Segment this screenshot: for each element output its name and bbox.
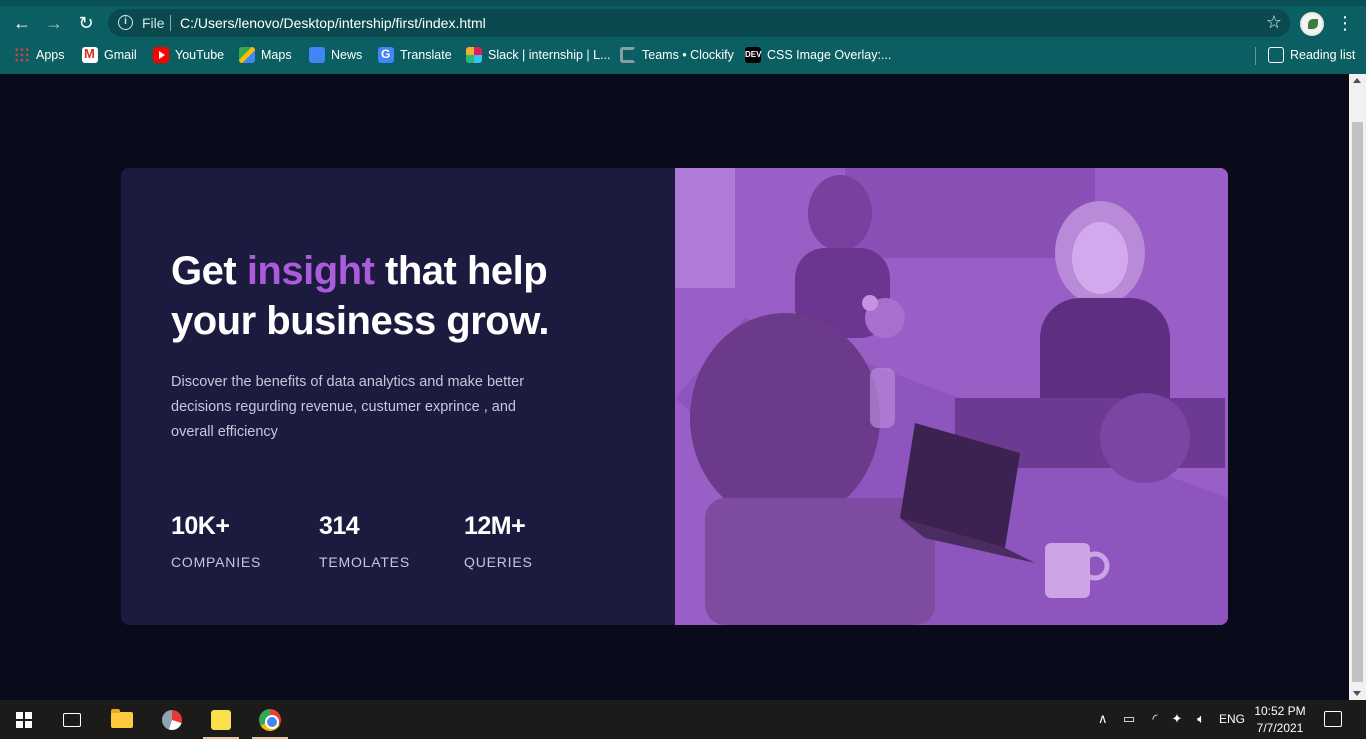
battery-icon[interactable]: ▭: [1120, 711, 1138, 727]
bookmarks-bar: Apps Gmail YouTube Maps News Translate S…: [0, 44, 1366, 66]
stats-preview-card: Get insight that help your business grow…: [121, 168, 1228, 625]
bookmark-label: Slack | internship | L...: [488, 48, 611, 62]
bookmark-label: CSS Image Overlay:...: [767, 48, 892, 62]
volume-icon[interactable]: 🔈︎: [1192, 711, 1210, 727]
scroll-up-icon[interactable]: [1353, 78, 1361, 83]
stat-label: QUERIES: [464, 554, 533, 570]
bookmark-label: Gmail: [104, 48, 137, 62]
url-text[interactable]: C:/Users/lenovo/Desktop/intership/first/…: [180, 15, 486, 31]
notification-center-icon[interactable]: [1324, 711, 1342, 727]
bookmark-translate[interactable]: Translate: [378, 44, 452, 66]
bookmark-gmail[interactable]: Gmail: [82, 44, 137, 66]
windows-taskbar: ∧ ▭ ◜ ✦ 🔈︎ ENG 10:52 PM 7/7/2021: [0, 700, 1366, 739]
bookmark-label: Translate: [400, 48, 452, 62]
system-clock[interactable]: 10:52 PM 7/7/2021: [1254, 703, 1306, 737]
task-view-icon: [63, 712, 81, 727]
bookmark-apps[interactable]: Apps: [14, 44, 65, 66]
stat-templates: 314 TEMOLATES: [319, 512, 410, 570]
stat-label: TEMOLATES: [319, 554, 410, 570]
snipping-tool-button[interactable]: [152, 700, 192, 739]
snipping-tool-icon: [162, 709, 182, 730]
menu-kebab-icon[interactable]: ⋮: [1336, 12, 1354, 34]
sticky-notes-icon: [211, 709, 231, 730]
bookmark-label: Apps: [36, 48, 65, 62]
translate-icon: [378, 47, 394, 63]
apps-grid-icon: [14, 47, 30, 63]
reload-button[interactable]: ↻: [74, 12, 98, 34]
chrome-taskbar-button[interactable]: [250, 700, 290, 739]
bookmark-news[interactable]: News: [309, 44, 362, 66]
chrome-icon: [259, 708, 281, 731]
language-indicator[interactable]: ENG: [1219, 711, 1245, 727]
bookmarks-divider: [1255, 47, 1256, 65]
stat-label: COMPANIES: [171, 554, 262, 570]
slack-icon: [466, 47, 482, 63]
file-explorer-button[interactable]: [102, 700, 142, 739]
reading-list-icon: [1268, 47, 1284, 63]
bookmark-label: Teams • Clockify: [642, 48, 734, 62]
bookmark-label: Maps: [261, 48, 292, 62]
hero-description: Discover the benefits of data analytics …: [171, 374, 525, 440]
wifi-icon[interactable]: ◜: [1146, 711, 1164, 727]
youtube-icon: [153, 47, 169, 63]
scroll-down-icon[interactable]: [1353, 691, 1361, 696]
dev-icon: DEV: [745, 47, 761, 63]
profile-avatar[interactable]: [1300, 12, 1324, 36]
maps-icon: [239, 47, 255, 63]
sticky-notes-button[interactable]: [201, 700, 241, 739]
bookmark-css-overlay[interactable]: DEV CSS Image Overlay:...: [745, 44, 891, 66]
reading-list-button[interactable]: Reading list: [1268, 44, 1355, 66]
bookmark-youtube[interactable]: YouTube: [153, 44, 224, 66]
bookmark-maps[interactable]: Maps: [239, 44, 292, 66]
stat-value: 10K+: [171, 512, 230, 540]
card-content: Get insight that help your business grow…: [121, 168, 675, 625]
chevron-up-icon[interactable]: ∧: [1098, 711, 1108, 727]
bookmark-slack[interactable]: Slack | internship | L...: [466, 44, 611, 66]
news-icon: [309, 47, 325, 63]
scrollbar-thumb[interactable]: [1352, 122, 1363, 682]
headline-start: Get: [171, 249, 237, 293]
page-scrollbar[interactable]: [1349, 74, 1366, 700]
clock-date: 7/7/2021: [1256, 721, 1304, 735]
forward-button[interactable]: →: [42, 12, 66, 34]
reading-list-label: Reading list: [1290, 48, 1356, 62]
start-button[interactable]: [4, 700, 44, 739]
info-icon[interactable]: i: [118, 15, 133, 30]
photo-illustration: [675, 168, 1228, 625]
protocol-label: File: [142, 15, 165, 31]
stat-queries: 12M+ QUERIES: [464, 512, 533, 570]
clock-time: 10:52 PM: [1254, 704, 1306, 718]
tab-strip: [0, 0, 1366, 6]
headline-accent: insight: [246, 249, 375, 293]
address-divider: [170, 15, 171, 31]
folder-icon: [111, 708, 133, 728]
stat-companies: 10K+ COMPANIES: [171, 512, 261, 570]
browser-toolbar: ← → ↻ i File C:/Users/lenovo/Desktop/int…: [0, 0, 1366, 74]
task-view-button[interactable]: [52, 700, 92, 739]
gmail-icon: [82, 46, 98, 63]
bookmark-star-icon[interactable]: ☆: [1266, 12, 1282, 33]
bookmark-clockify[interactable]: Teams • Clockify: [620, 44, 734, 66]
bookmark-label: YouTube: [175, 48, 225, 62]
address-bar[interactable]: i File C:/Users/lenovo/Desktop/intership…: [108, 9, 1290, 37]
stat-value: 314: [319, 512, 360, 540]
windows-logo-icon: [16, 711, 32, 728]
stat-value: 12M+: [464, 512, 526, 540]
bookmark-label: News: [331, 48, 363, 62]
clockify-icon: [620, 47, 636, 63]
hero-headline: Get insight that help your business grow…: [171, 246, 611, 346]
office-team-photo: [675, 168, 1228, 625]
back-button[interactable]: ←: [10, 12, 34, 34]
dropbox-icon[interactable]: ✦: [1168, 711, 1186, 727]
